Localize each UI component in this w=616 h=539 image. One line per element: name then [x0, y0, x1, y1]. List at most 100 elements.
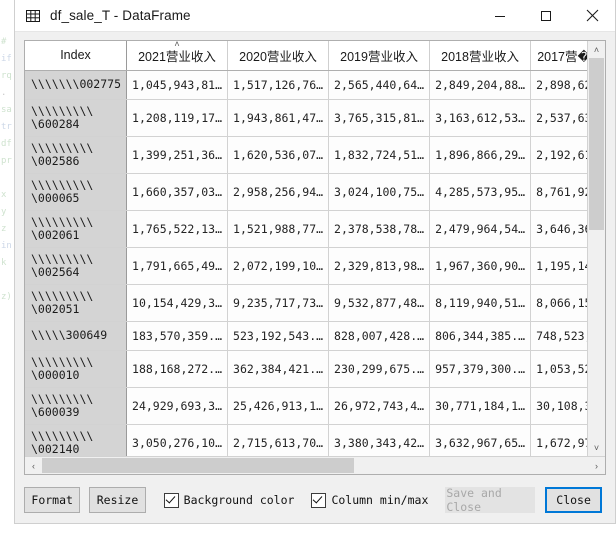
table-row[interactable]: \\\\\\\\\ \600284 1,208,119,17… 1,943,861,4… [25, 99, 587, 137]
table-cell[interactable]: 1,660,357,03… [126, 173, 229, 211]
row-index-cell[interactable]: \\\\\\\\\ \600039 [25, 387, 128, 425]
table-cell[interactable]: 1,765,522,13… [126, 210, 229, 248]
table-cell[interactable]: 8,119,940,51… [429, 284, 532, 322]
table-cell[interactable]: 748,523, [530, 321, 587, 351]
table-cell[interactable]: 188,168,272.… [126, 350, 229, 388]
vertical-scroll-track[interactable] [588, 58, 605, 439]
table-cell[interactable]: 806,344,385.… [429, 321, 532, 351]
close-icon[interactable] [569, 0, 615, 31]
table-row[interactable]: \\\\\\\\\ \000010 188,168,272.… 362,384,421… [25, 350, 587, 388]
table-cell[interactable]: 2,329,813,98… [328, 247, 431, 285]
table-cell[interactable]: 3,024,100,75… [328, 173, 431, 211]
table-cell[interactable]: 1,967,360,90… [429, 247, 532, 285]
table-row[interactable]: \\\\\\\\\ \002061 1,765,522,13… 1,521,988,7… [25, 210, 587, 248]
table-cell[interactable]: 9,532,877,48… [328, 284, 431, 322]
table-cell[interactable]: 30,771,184,1… [429, 387, 532, 425]
row-index-cell[interactable]: \\\\\\\\\ \002564 [25, 247, 128, 285]
table-row[interactable]: \\\\\\\\\ \002051 10,154,429,3… 9,235,717,7… [25, 284, 587, 322]
table-cell[interactable]: 3,380,343,42… [328, 424, 431, 456]
table-cell[interactable]: 230,299,675.… [328, 350, 431, 388]
table-cell[interactable]: 1,672,97 [530, 424, 587, 456]
table-row[interactable]: \\\\\\\\\ \002564 1,791,665,49… 2,072,199,1… [25, 247, 587, 285]
table-cell[interactable]: 1,791,665,49… [126, 247, 229, 285]
table-cell[interactable]: 2,898,62 [530, 70, 587, 100]
horizontal-scroll-thumb[interactable] [42, 458, 354, 473]
format-button[interactable]: Format [24, 487, 81, 513]
row-index-cell[interactable]: \\\\\\\\\ \000010 [25, 350, 128, 388]
vertical-scroll-thumb[interactable] [589, 58, 604, 230]
table-cell[interactable]: 1,053,52 [530, 350, 587, 388]
table-cell[interactable]: 24,929,693,3… [126, 387, 229, 425]
column-header-2020[interactable]: 2020营业收入 [227, 41, 330, 71]
table-cell[interactable]: 2,479,964,54… [429, 210, 532, 248]
table-row[interactable]: \\\\\\\\\ \002586 1,399,251,36… 1,620,536,0… [25, 136, 587, 174]
table-cell[interactable]: 1,045,943,81… [126, 70, 229, 100]
table-cell[interactable]: 2,537,63 [530, 99, 587, 137]
table-cell[interactable]: 1,208,119,17… [126, 99, 229, 137]
table-cell[interactable]: 362,384,421.… [227, 350, 330, 388]
table-cell[interactable]: 1,832,724,51… [328, 136, 431, 174]
table-cell[interactable]: 8,066,15 [530, 284, 587, 322]
table-cell[interactable]: 2,192,61 [530, 136, 587, 174]
scroll-down-icon[interactable]: ˅ [588, 439, 605, 456]
table-cell[interactable]: 1,195,14 [530, 247, 587, 285]
column-header-2021[interactable]: ˄ 2021营业收入 [126, 41, 229, 71]
table-cell[interactable]: 25,426,913,1… [227, 387, 330, 425]
table-cell[interactable]: 30,108,3 [530, 387, 587, 425]
table-cell[interactable]: 1,943,861,47… [227, 99, 330, 137]
table-cell[interactable]: 3,765,315,81… [328, 99, 431, 137]
vertical-scrollbar[interactable]: ˄ ˅ [587, 41, 605, 456]
row-index-cell[interactable]: \\\\\\\\\ \600284 [25, 99, 128, 137]
grid-viewport[interactable]: Index ˄ 2021营业收入 2020营业收入 2019营业收入 2018营… [25, 41, 587, 456]
table-cell[interactable]: 1,399,251,36… [126, 136, 229, 174]
table-cell[interactable]: 2,378,538,78… [328, 210, 431, 248]
table-cell[interactable]: 2,715,613,70… [227, 424, 330, 456]
table-row[interactable]: \\\\\\\\\ \002140 3,050,276,10… 2,715,613,7… [25, 424, 587, 456]
row-index-cell[interactable]: \\\\\\\\\ \002051 [25, 284, 128, 322]
table-cell[interactable]: 26,972,743,4… [328, 387, 431, 425]
table-row[interactable]: \\\\\300649 183,570,359.… 523,192,543.… 828… [25, 321, 587, 351]
row-index-cell[interactable]: \\\\\\\002775 [25, 70, 128, 100]
table-cell[interactable]: 1,521,988,77… [227, 210, 330, 248]
table-cell[interactable]: 2,565,440,64… [328, 70, 431, 100]
table-cell[interactable]: 183,570,359.… [126, 321, 229, 351]
row-index-cell[interactable]: \\\\\\\\\ \000065 [25, 173, 128, 211]
column-minmax-checkbox[interactable]: Column min/max [311, 492, 428, 508]
row-index-cell[interactable]: \\\\\\\\\ \002061 [25, 210, 128, 248]
horizontal-scrollbar[interactable]: ‹ › [25, 456, 605, 474]
table-cell[interactable]: 10,154,429,3… [126, 284, 229, 322]
maximize-icon[interactable] [523, 0, 569, 31]
scroll-left-icon[interactable]: ‹ [25, 457, 42, 474]
table-row[interactable]: \\\\\\\\\ \000065 1,660,357,03… 2,958,256,9… [25, 173, 587, 211]
table-row[interactable]: \\\\\\\002775 1,045,943,81… 1,517,126,76… 2… [25, 70, 587, 100]
table-cell[interactable]: 828,007,428.… [328, 321, 431, 351]
resize-button[interactable]: Resize [89, 487, 146, 513]
column-header-2019[interactable]: 2019营业收入 [328, 41, 431, 71]
table-cell[interactable]: 957,379,300.… [429, 350, 532, 388]
table-cell[interactable]: 2,958,256,94… [227, 173, 330, 211]
table-cell[interactable]: 1,620,536,07… [227, 136, 330, 174]
table-cell[interactable]: 3,646,36 [530, 210, 587, 248]
table-cell[interactable]: 1,896,866,29… [429, 136, 532, 174]
table-cell[interactable]: 1,517,126,76… [227, 70, 330, 100]
table-cell[interactable]: 2,849,204,88… [429, 70, 532, 100]
table-cell[interactable]: 8,761,92 [530, 173, 587, 211]
table-cell[interactable]: 523,192,543.… [227, 321, 330, 351]
table-cell[interactable]: 4,285,573,95… [429, 173, 532, 211]
horizontal-scroll-track[interactable] [42, 457, 588, 474]
table-row[interactable]: \\\\\\\\\ \600039 24,929,693,3… 25,426,913,… [25, 387, 587, 425]
row-index-cell[interactable]: \\\\\300649 [25, 321, 128, 351]
column-header-2018[interactable]: 2018营业收入 [429, 41, 532, 71]
column-header-2017[interactable]: 2017营� [530, 41, 587, 71]
column-header-index[interactable]: Index [25, 41, 128, 71]
row-index-cell[interactable]: \\\\\\\\\ \002586 [25, 136, 128, 174]
close-button[interactable]: Close [545, 487, 603, 513]
scroll-up-icon[interactable]: ˄ [588, 41, 605, 58]
table-cell[interactable]: 3,632,967,65… [429, 424, 532, 456]
table-cell[interactable]: 2,072,199,10… [227, 247, 330, 285]
table-cell[interactable]: 9,235,717,73… [227, 284, 330, 322]
row-index-cell[interactable]: \\\\\\\\\ \002140 [25, 424, 128, 456]
scroll-right-icon[interactable]: › [588, 457, 605, 474]
background-color-checkbox[interactable]: Background color [163, 492, 294, 508]
minimize-icon[interactable] [477, 0, 523, 31]
